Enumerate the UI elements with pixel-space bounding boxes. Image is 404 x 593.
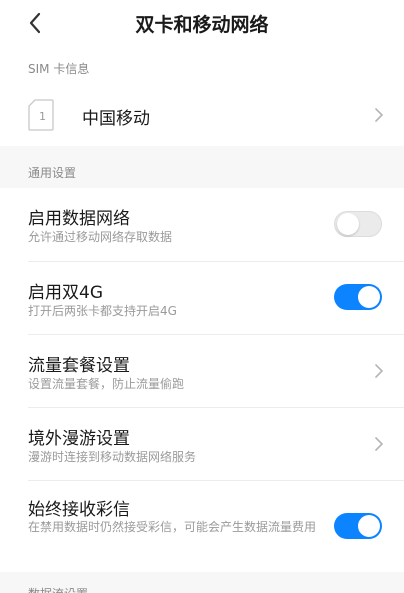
dual-4g-toggle[interactable] xyxy=(334,284,382,310)
page-title: 双卡和移动网络 xyxy=(135,14,269,36)
dual-4g-row[interactable]: 启用双4G 打开后两张卡都支持开启4G xyxy=(0,262,404,334)
chevron-right-icon xyxy=(375,108,383,122)
carrier-name: 中国移动 xyxy=(82,109,150,129)
toggle-knob xyxy=(358,515,380,537)
app-header: 双卡和移动网络 xyxy=(0,0,404,46)
sim-section-header: SIM 卡信息 xyxy=(0,46,404,84)
next-section-header: 数据流设置 xyxy=(0,572,404,593)
sim-card-row[interactable]: 1 中国移动 xyxy=(0,84,404,146)
chevron-right-icon xyxy=(375,364,383,378)
general-section-label: 通用设置 xyxy=(28,166,77,180)
roaming-row[interactable]: 境外漫游设置 漫游时连接到移动数据网络服务 xyxy=(0,408,404,480)
dual-4g-title: 启用双4G xyxy=(28,283,103,303)
roaming-subtitle: 漫游时连接到移动数据网络服务 xyxy=(28,450,197,464)
mms-subtitle: 在禁用数据时仍然接受彩信，可能会产生数据流量费用 xyxy=(28,520,317,534)
data-network-row[interactable]: 启用数据网络 允许通过移动网络存取数据 xyxy=(0,188,404,261)
dual-4g-subtitle: 打开后两张卡都支持开启4G xyxy=(28,304,177,318)
mms-title: 始终接收彩信 xyxy=(28,500,130,520)
roaming-title: 境外漫游设置 xyxy=(28,429,130,449)
sim-section-label: SIM 卡信息 xyxy=(28,62,90,76)
data-network-title: 启用数据网络 xyxy=(28,209,130,229)
data-network-toggle[interactable] xyxy=(334,211,382,237)
chevron-right-icon xyxy=(375,437,383,451)
mms-row[interactable]: 始终接收彩信 在禁用数据时仍然接受彩信，可能会产生数据流量费用 xyxy=(0,481,404,572)
next-section-label: 数据流设置 xyxy=(28,585,88,593)
general-section-header: 通用设置 xyxy=(0,146,404,188)
toggle-knob xyxy=(358,286,380,308)
mms-toggle[interactable] xyxy=(334,513,382,539)
data-network-subtitle: 允许通过移动网络存取数据 xyxy=(28,230,173,244)
toggle-knob xyxy=(337,213,359,235)
sim-card-icon: 1 xyxy=(28,99,54,131)
data-plan-title: 流量套餐设置 xyxy=(28,356,130,376)
data-plan-row[interactable]: 流量套餐设置 设置流量套餐，防止流量偷跑 xyxy=(0,335,404,407)
sim-slot-number: 1 xyxy=(39,110,46,123)
data-plan-subtitle: 设置流量套餐，防止流量偷跑 xyxy=(28,377,185,391)
